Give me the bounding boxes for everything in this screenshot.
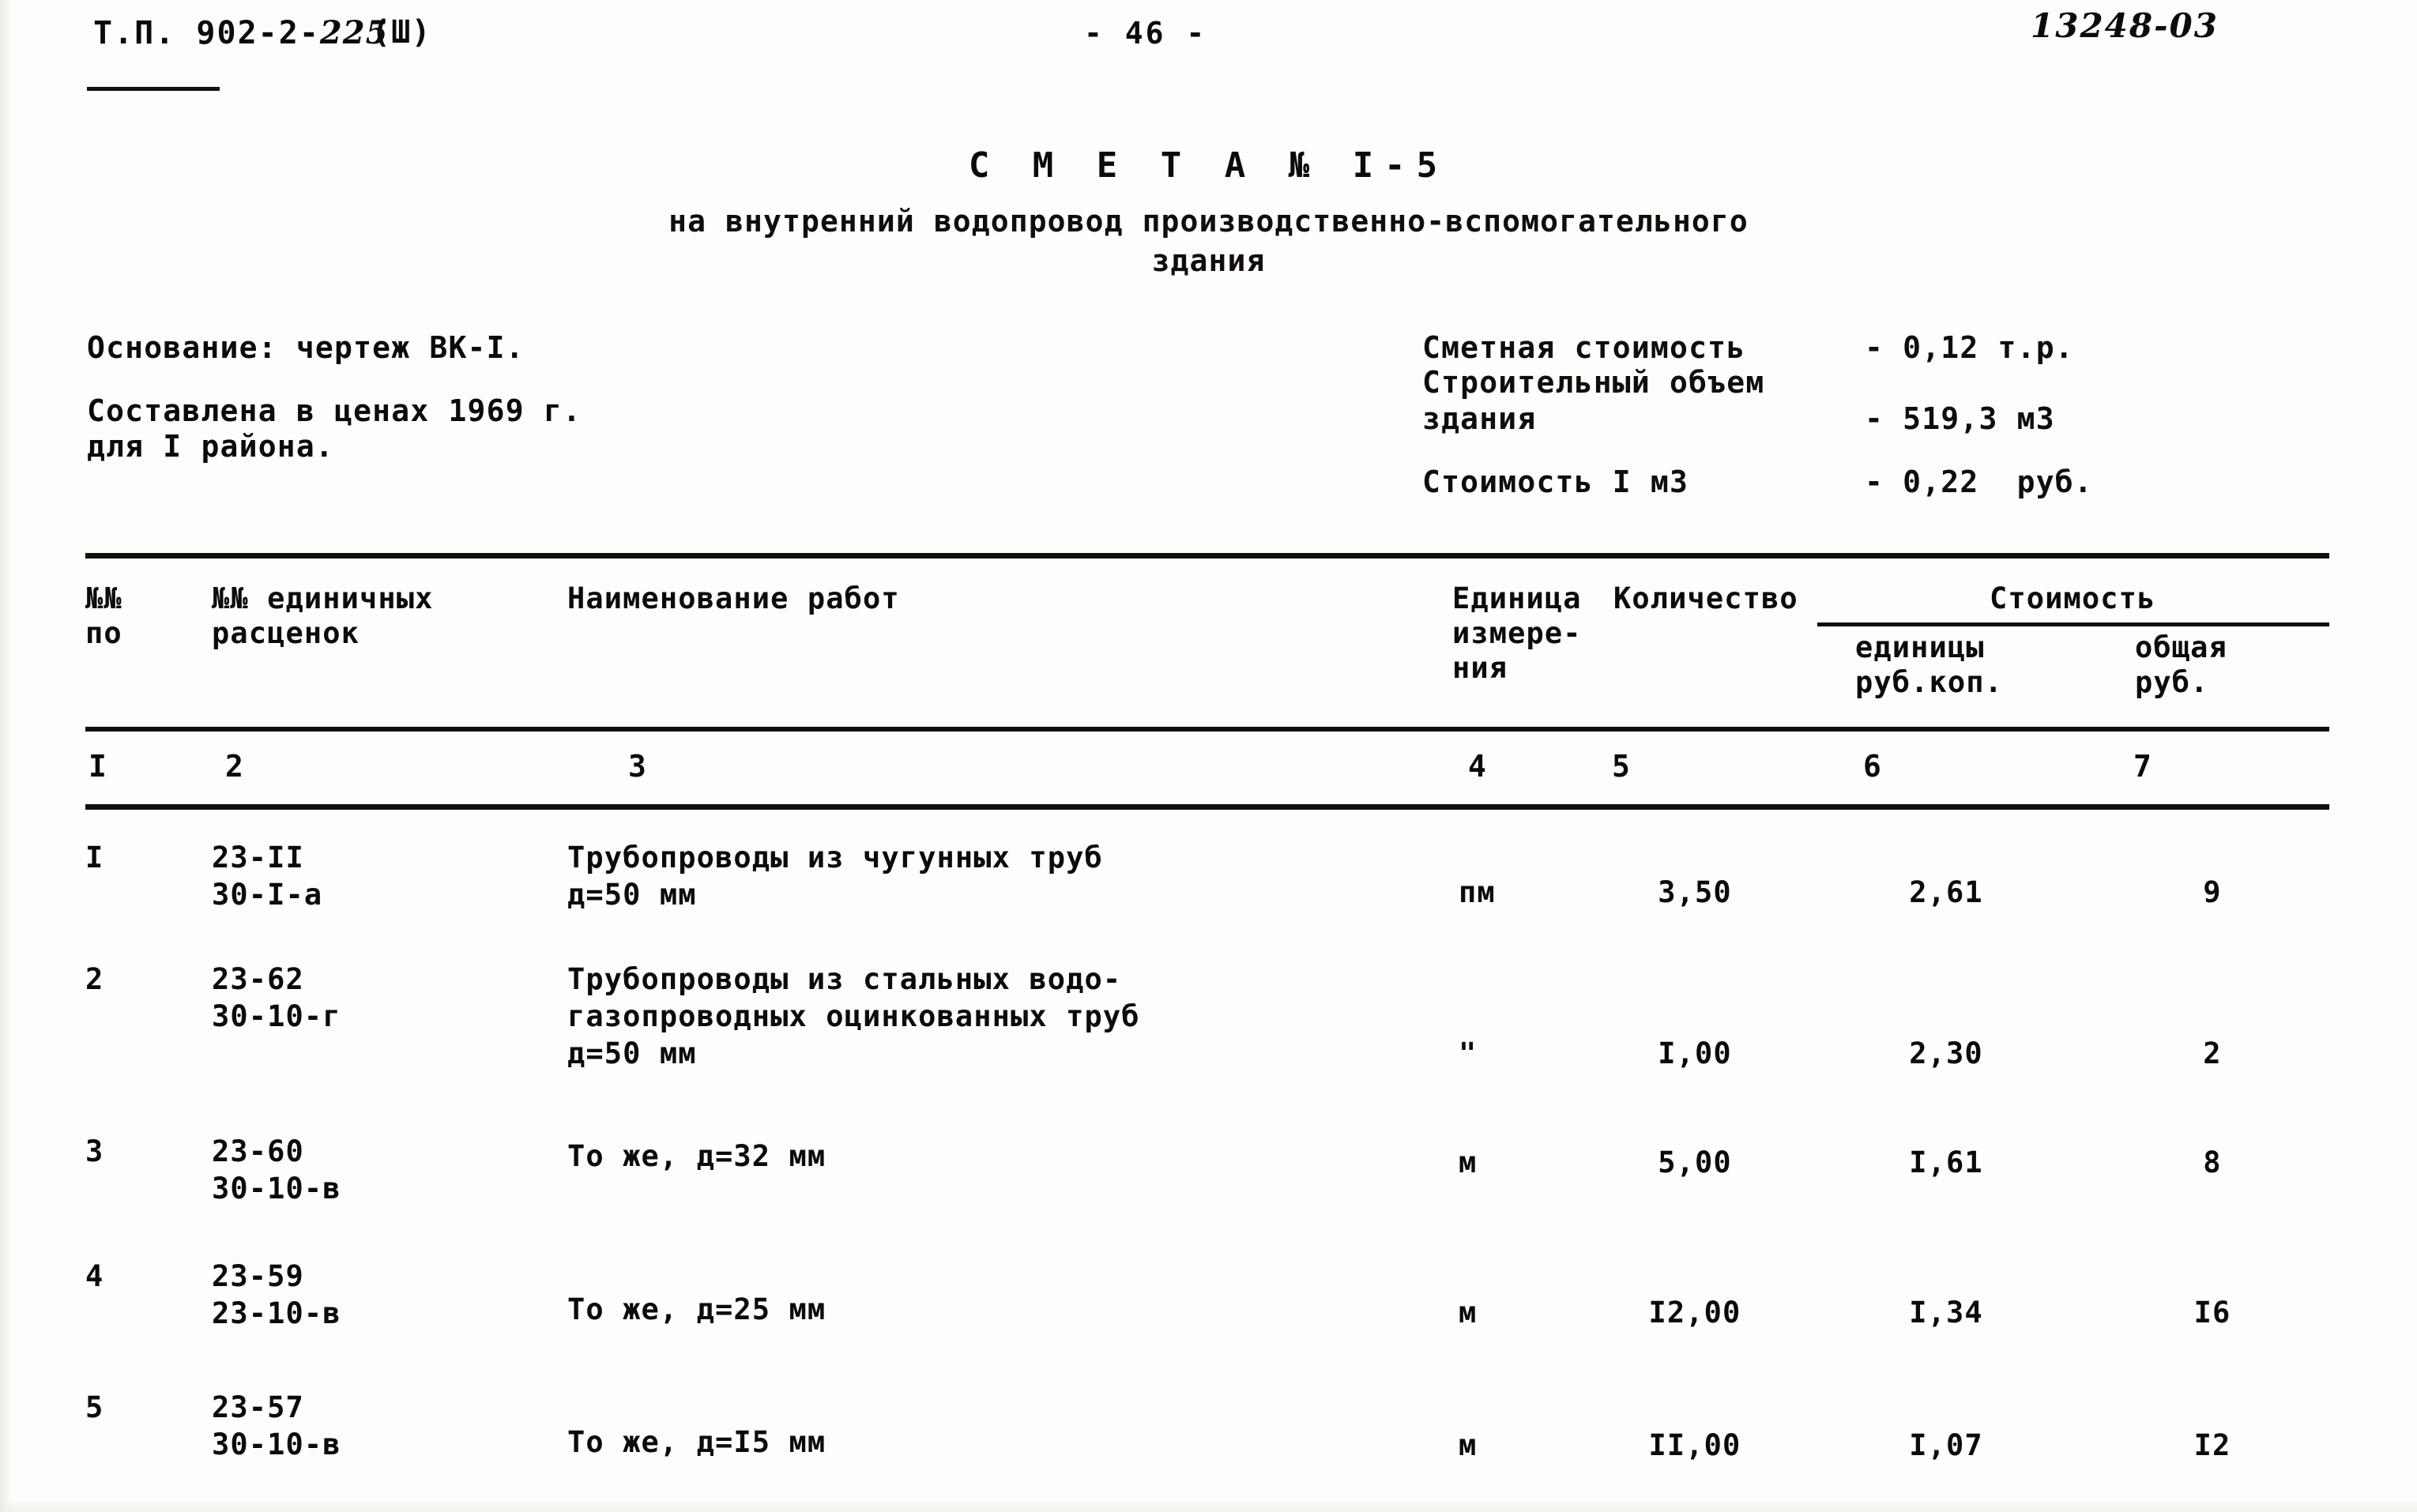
row-quantity: I2,00 <box>1648 1296 1741 1330</box>
row-work-name: То же, д=25 мм <box>567 1292 826 1326</box>
row-work-name: Трубопроводы из чугунных труб д=50 мм <box>567 841 1103 912</box>
building-volume-label-line-2: здания <box>1422 401 1537 436</box>
row-unit-cost: I,07 <box>1909 1428 1983 1462</box>
basis-line: Основание: чертеж ВК-I. <box>87 330 525 365</box>
row-total-cost: 8 <box>2203 1145 2222 1179</box>
document-series: (Ш) <box>371 14 431 51</box>
unit-cost-label: Стоимость I м3 <box>1422 465 1689 499</box>
page-number: - 46 - <box>1084 16 1207 51</box>
row-index: 3 <box>85 1134 104 1168</box>
column-header-unit: Единица измере- ния <box>1452 581 1582 685</box>
row-index: 2 <box>85 962 104 996</box>
building-volume-label-line-1: Строительный объем <box>1422 365 1765 400</box>
scan-edge-bottom <box>0 1499 2417 1512</box>
column-number: 7 <box>2133 749 2152 784</box>
row-unit: пм <box>1459 875 1496 909</box>
row-unit-cost: 2,30 <box>1909 1036 1983 1070</box>
row-rate-numbers: 23-59 23-10-в <box>212 1259 341 1330</box>
row-rate-numbers: 23-II 30-I-а <box>212 841 323 912</box>
cost-group-divider-rule <box>1817 622 2329 626</box>
page-title: С М Е Т А № I-5 <box>968 145 1449 186</box>
row-work-name: То же, д=I5 мм <box>567 1425 826 1459</box>
column-header-rate-numbers: №№ единичных расценок <box>212 581 434 650</box>
row-quantity: I,00 <box>1658 1036 1732 1070</box>
row-unit-cost: I,34 <box>1909 1296 1983 1330</box>
row-rate-numbers: 23-57 30-10-в <box>212 1390 341 1461</box>
table-top-rule <box>85 553 2329 559</box>
row-work-name: Трубопроводы из стальных водо- газопрово… <box>567 962 1140 1070</box>
column-header-cost-total: общая руб. <box>2135 630 2227 699</box>
column-header-no: №№ по <box>85 581 122 650</box>
row-quantity: 5,00 <box>1658 1145 1732 1179</box>
row-work-name: То же, д=32 мм <box>567 1139 826 1173</box>
building-volume-value: - 519,3 м3 <box>1865 401 2055 436</box>
column-number: 3 <box>628 749 646 784</box>
row-index: 5 <box>85 1390 104 1424</box>
row-rate-numbers: 23-60 30-10-в <box>212 1134 341 1205</box>
unit-cost-value: - 0,22 руб. <box>1865 465 2093 499</box>
table-header-rule <box>85 727 2329 732</box>
column-number: I <box>88 749 107 784</box>
page-subtitle-line-1: на внутренний водопровод производственно… <box>668 204 1749 239</box>
table-column-number-rule <box>85 804 2329 810</box>
row-unit-cost: 2,61 <box>1909 875 1983 909</box>
document-code-underline <box>87 87 220 91</box>
row-total-cost: 2 <box>2203 1036 2222 1070</box>
column-number: 6 <box>1863 749 1881 784</box>
column-number: 5 <box>1612 749 1630 784</box>
column-header-cost-per-unit: единицы руб.коп. <box>1855 630 2004 699</box>
row-unit: м <box>1459 1145 1478 1179</box>
estimate-cost-label: Сметная стоимость <box>1422 330 1746 365</box>
document-page: Т.П. 902-2-225 (Ш) - 46 - 13248-03 С М Е… <box>0 0 2417 1512</box>
archive-code: 13248-03 <box>2031 6 2219 45</box>
row-unit: м <box>1459 1428 1478 1462</box>
row-unit: м <box>1459 1296 1478 1330</box>
row-unit: " <box>1459 1036 1478 1070</box>
document-code-prefix: Т.П. 902-2- <box>93 15 320 51</box>
document-code: Т.П. 902-2-225 <box>93 14 388 51</box>
column-header-cost-group: Стоимость <box>1990 581 2156 615</box>
row-index: 4 <box>85 1259 104 1293</box>
page-subtitle-line-2: здания <box>1151 243 1266 278</box>
row-total-cost: 9 <box>2203 875 2222 909</box>
column-number: 4 <box>1468 749 1486 784</box>
row-quantity: II,00 <box>1648 1428 1741 1462</box>
row-total-cost: I2 <box>2193 1428 2231 1462</box>
row-total-cost: I6 <box>2193 1296 2231 1330</box>
row-index: I <box>85 841 104 874</box>
region-line: для I района. <box>87 429 335 464</box>
prices-year-line: Составлена в ценах 1969 г. <box>87 393 582 428</box>
row-quantity: 3,50 <box>1658 875 1732 909</box>
row-unit-cost: I,61 <box>1909 1145 1983 1179</box>
estimate-cost-value: - 0,12 т.р. <box>1865 330 2074 365</box>
column-number: 2 <box>225 749 243 784</box>
row-rate-numbers: 23-62 30-10-г <box>212 962 341 1033</box>
column-header-work-name: Наименование работ <box>567 581 900 615</box>
column-header-quantity: Количество <box>1613 581 1798 615</box>
